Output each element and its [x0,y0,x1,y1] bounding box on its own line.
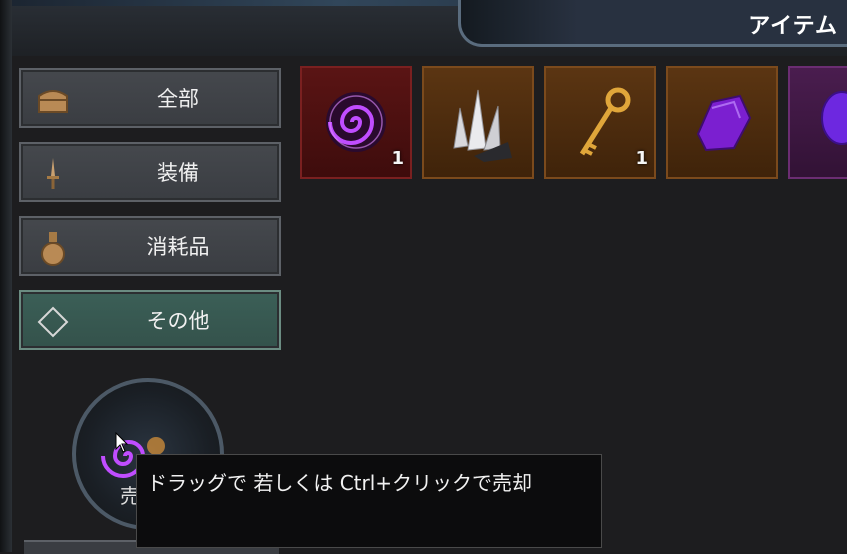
category-consumables-label: 消耗品 [146,235,210,259]
sell-tooltip: ドラッグで 若しくは Ctrl+クリックで売却 [136,454,602,548]
left-frame [0,0,12,552]
purple-gem-icon [696,94,752,152]
inventory-slot[interactable]: 1 [544,66,656,179]
tooltip-text: ドラッグで 若しくは Ctrl+クリックで売却 [147,471,533,495]
category-equipment-label: 装備 [157,161,199,185]
chest-icon [35,82,71,118]
title-banner: アイテム [458,0,847,47]
window-title: アイテム [748,14,838,39]
inventory-slot[interactable] [788,66,847,179]
diamond-icon [35,304,71,340]
purple-orb-icon [821,91,847,145]
category-consumables-button[interactable]: 消耗品 [19,216,281,276]
potion-icon [35,230,71,266]
category-equipment-button[interactable]: 装備 [19,142,281,202]
inventory-slot[interactable]: 1 [300,66,412,179]
inventory-slot[interactable] [666,66,778,179]
category-other-button[interactable]: その他 [19,290,281,350]
category-all-button[interactable]: 全部 [19,68,281,128]
inventory-slot[interactable] [422,66,534,179]
item-count: 1 [635,148,648,169]
category-other-label: その他 [146,309,210,333]
mouse-cursor-icon [115,432,129,453]
item-count: 1 [391,148,404,169]
crystal-cluster-icon [453,89,512,162]
dagger-icon [35,156,71,192]
category-all-label: 全部 [157,87,199,111]
